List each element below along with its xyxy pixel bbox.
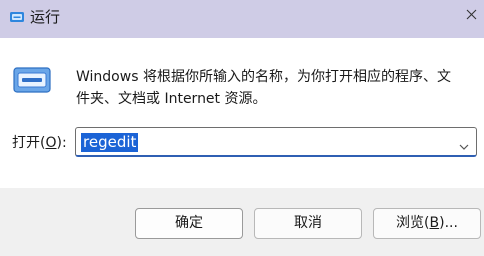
window-title: 运行	[30, 8, 61, 26]
close-button[interactable]	[458, 0, 484, 30]
cancel-button[interactable]: 取消	[254, 208, 362, 239]
open-combobox[interactable]: regedit	[75, 127, 477, 157]
open-label-accesskey: O	[45, 135, 57, 151]
combobox-dropdown-button[interactable]	[458, 137, 470, 150]
browse-label-suffix: )...	[439, 215, 458, 231]
browse-button[interactable]: 浏览(B)...	[373, 208, 481, 239]
chevron-down-icon	[459, 144, 469, 150]
open-input-value[interactable]: regedit	[81, 133, 139, 152]
dialog-body: Windows 将根据你所输入的名称，为你打开相应的程序、文 件夹、文档或 Int…	[0, 38, 484, 188]
title-bar[interactable]: 运行	[0, 0, 484, 38]
ok-button[interactable]: 确定	[135, 208, 243, 239]
description-line-2: 件夹、文档或 Internet 资源。	[76, 91, 267, 107]
run-app-icon	[9, 9, 25, 25]
open-label-suffix: ):	[56, 135, 67, 151]
description-text: Windows 将根据你所输入的名称，为你打开相应的程序、文 件夹、文档或 Int…	[76, 66, 476, 110]
browse-accesskey: B	[429, 215, 440, 231]
browse-label-prefix: 浏览(	[396, 215, 430, 231]
close-icon	[466, 9, 477, 20]
button-bar: 确定 取消 浏览(B)...	[0, 188, 484, 256]
open-label: 打开(O):	[12, 134, 67, 152]
description-line-1: Windows 将根据你所输入的名称，为你打开相应的程序、文	[76, 69, 451, 85]
run-dialog: 运行 Windows 将根据你所输入的名称，为你打开相应的程序、文 件夹、文档或 …	[0, 0, 484, 256]
open-label-prefix: 打开(	[12, 135, 46, 151]
run-window-icon	[13, 64, 51, 96]
